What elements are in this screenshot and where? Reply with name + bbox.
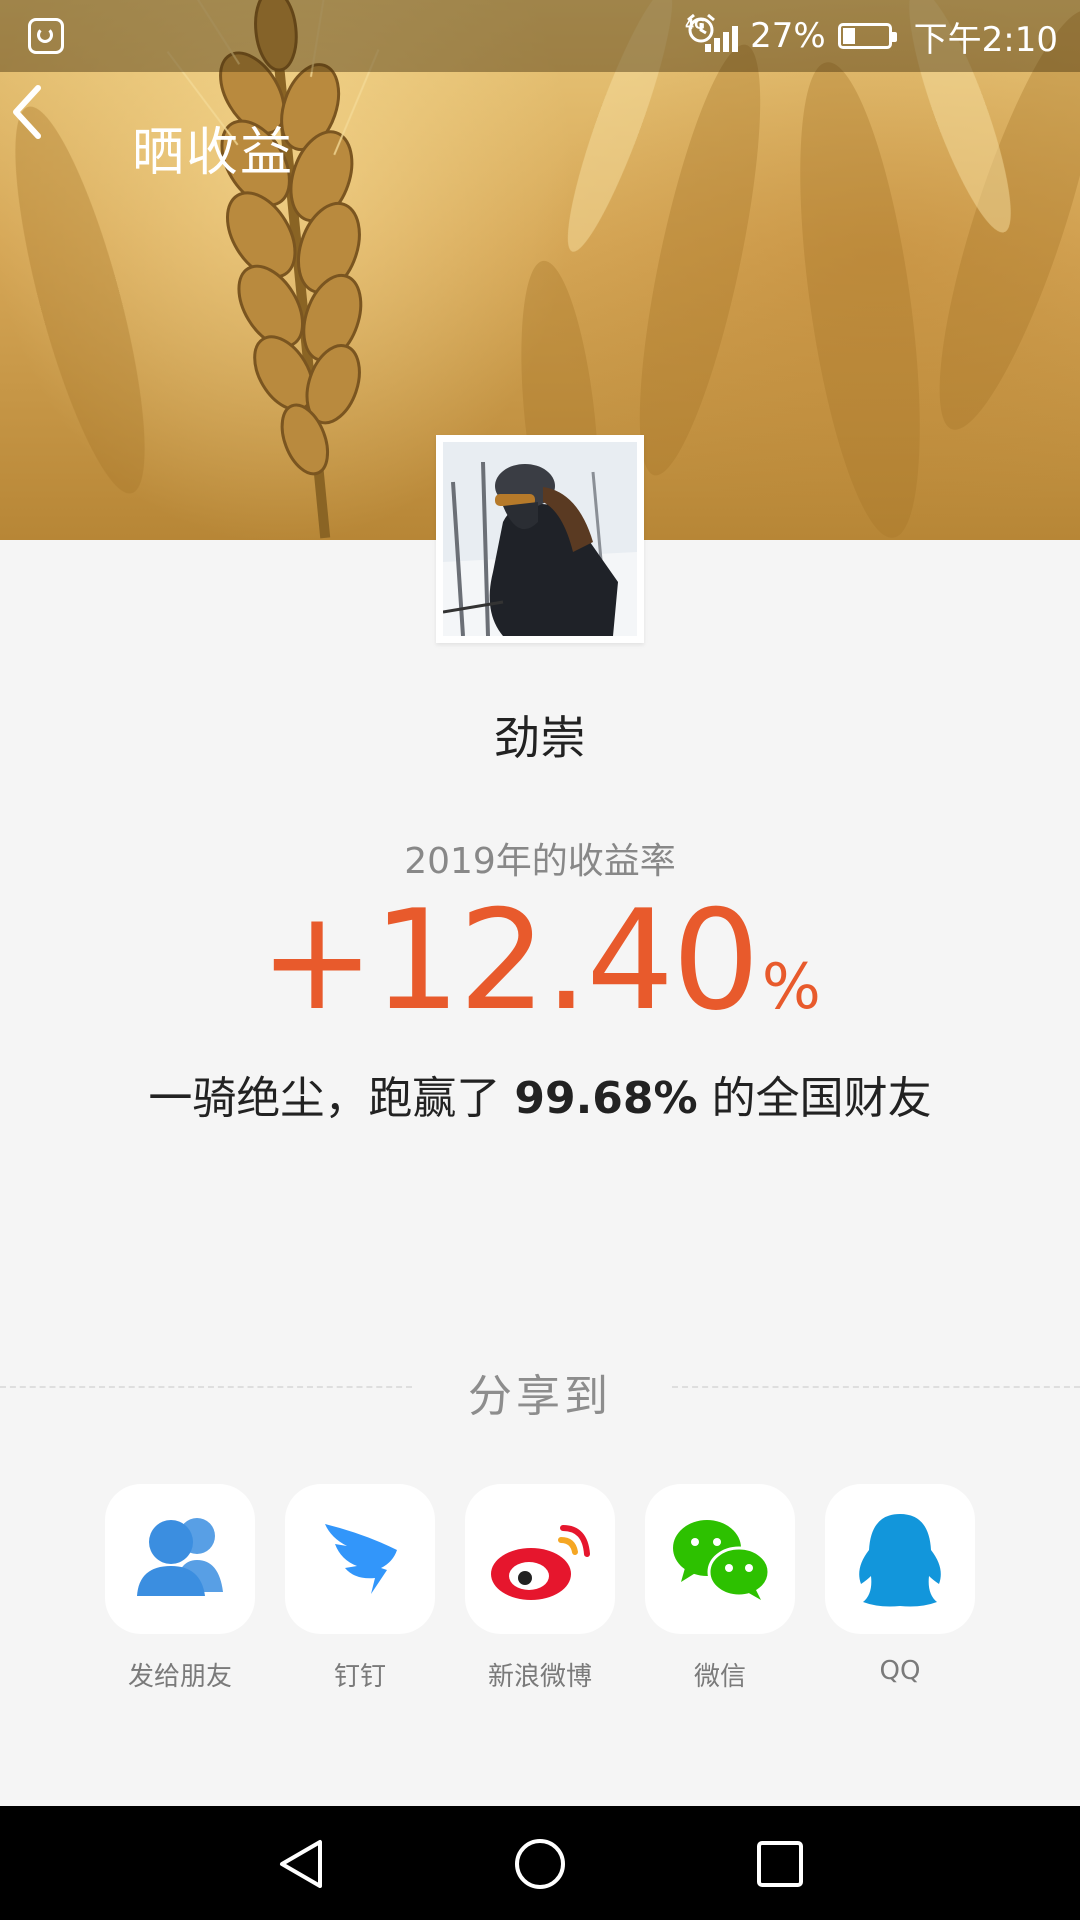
- battery-percent: 27%: [750, 16, 826, 56]
- system-nav-bar: [0, 1806, 1080, 1920]
- back-button[interactable]: [0, 72, 60, 152]
- nav-home-button[interactable]: [510, 1834, 570, 1894]
- friends-icon: [137, 1518, 223, 1596]
- nav-recents-button[interactable]: [750, 1834, 810, 1894]
- share-label: 钉钉: [333, 1662, 386, 1692]
- weibo-icon: [491, 1525, 590, 1600]
- share-dingtalk-button[interactable]: 钉钉: [285, 1484, 435, 1693]
- share-label: QQ: [879, 1656, 921, 1686]
- nav-back-button[interactable]: [270, 1834, 330, 1894]
- divider-line-right: [672, 1386, 1080, 1388]
- network-type-label: 4G: [685, 18, 705, 33]
- share-friends-button[interactable]: 发给朋友: [105, 1484, 255, 1693]
- yield-unit: %: [761, 950, 821, 1023]
- avatar: [436, 435, 644, 643]
- rank-percent: 99.68%: [514, 1073, 698, 1124]
- yield-number: +12.40: [259, 880, 760, 1041]
- share-title: 分享到: [468, 1371, 612, 1422]
- qq-icon: [859, 1514, 941, 1607]
- dingtalk-icon: [325, 1524, 397, 1594]
- share-label: 微信: [693, 1662, 746, 1692]
- wechat-icon: [673, 1520, 771, 1600]
- app-bar: 晒收益: [0, 72, 1080, 212]
- status-time: 下午2:10: [913, 19, 1058, 60]
- share-wechat-button[interactable]: 微信: [645, 1484, 795, 1693]
- user-name: 劲崇: [494, 711, 586, 765]
- share-divider: 分享到: [0, 1360, 1080, 1422]
- rank-prefix: 一骑绝尘，跑赢了: [148, 1073, 515, 1124]
- yield-value: +12.40%: [0, 880, 1080, 1041]
- avatar-photo: [443, 442, 637, 636]
- rank-sentence: 一骑绝尘，跑赢了 99.68% 的全国财友: [0, 1062, 1080, 1126]
- rank-suffix: 的全国财友: [697, 1073, 932, 1124]
- share-label: 发给朋友: [127, 1662, 232, 1692]
- app-notification-icon: [28, 18, 64, 54]
- signal-icon: 4G: [685, 18, 739, 52]
- yield-caption: 2019年的收益率: [404, 841, 676, 882]
- share-weibo-button[interactable]: 新浪微博: [465, 1484, 615, 1693]
- battery-icon: [837, 23, 897, 49]
- status-bar: 4G 27% 下午2:10: [0, 0, 1080, 72]
- share-qq-button[interactable]: QQ: [825, 1484, 975, 1686]
- share-label: 新浪微博: [487, 1662, 592, 1692]
- page-title: 晒收益: [132, 123, 295, 183]
